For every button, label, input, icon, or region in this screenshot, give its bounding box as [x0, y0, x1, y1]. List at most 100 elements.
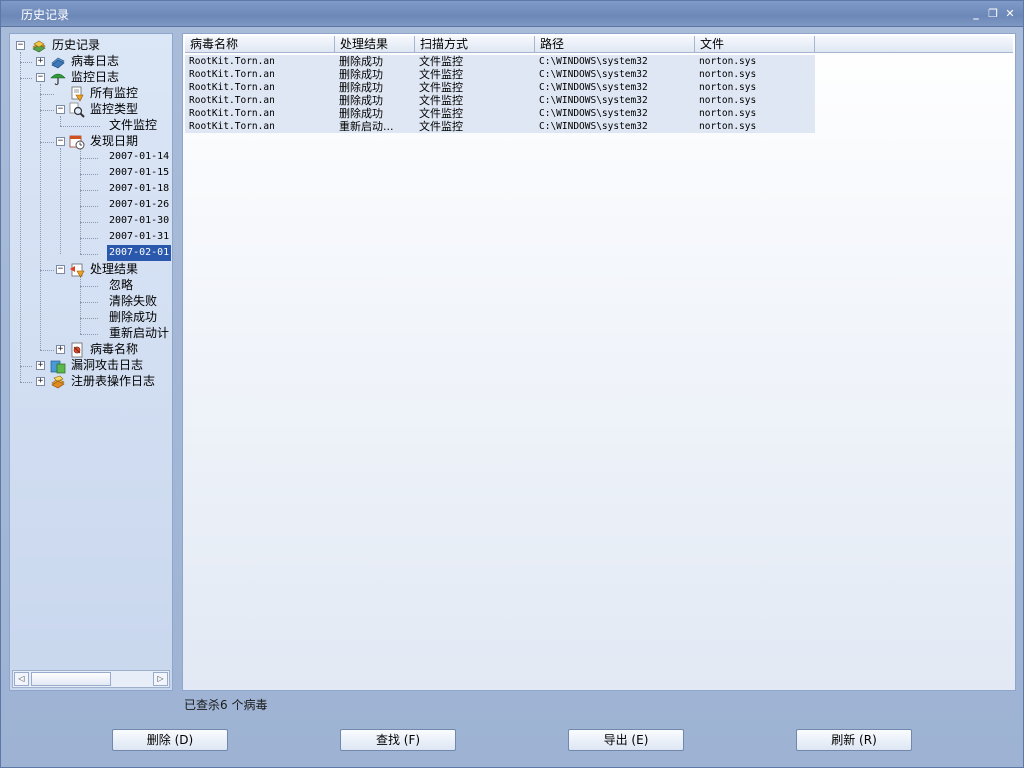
cell-virus-name: RootKit.Torn.an	[189, 56, 275, 67]
tree-node-label: 文件监控	[109, 118, 158, 132]
tree-node-found-date[interactable]: 发现日期	[88, 133, 140, 149]
cell-scan-mode: 文件监控	[419, 107, 463, 120]
document-icon	[71, 86, 84, 102]
scroll-right-icon[interactable]: ▷	[153, 672, 168, 686]
column-header-result[interactable]: 处理结果	[335, 36, 415, 53]
tree-node-all-monitor[interactable]: 所有监控	[88, 85, 140, 101]
list-header: 病毒名称 处理结果 扫描方式 路径 文件	[185, 36, 1013, 53]
cell-scan-mode: 文件监控	[419, 94, 463, 107]
tree-node-label: 2007-01-14	[109, 151, 170, 162]
expand-icon[interactable]: +	[36, 361, 45, 370]
column-header-path[interactable]: 路径	[535, 36, 695, 53]
tree-node-monitor-log[interactable]: 监控日志	[69, 69, 121, 85]
collapse-icon[interactable]: −	[56, 137, 65, 146]
cell-scan-mode: 文件监控	[419, 68, 463, 81]
tree-node-label: 删除成功	[109, 310, 158, 324]
tree-node-result[interactable]: 重新启动计	[107, 325, 171, 341]
table-row[interactable]: RootKit.Torn.an 重新启动... 文件监控 C:\WINDOWS\sys…	[185, 120, 815, 133]
tree-node-label: 历史记录	[52, 38, 101, 52]
table-row[interactable]: RootKit.Torn.an 删除成功 文件监控 C:\WINDOWS\system…	[185, 81, 815, 94]
tree-node-label: 病毒名称	[90, 342, 139, 356]
column-header-virus-name[interactable]: 病毒名称	[185, 36, 335, 53]
delete-button[interactable]: 删除 (D)	[112, 729, 228, 751]
collapse-icon[interactable]: −	[16, 41, 25, 50]
tree-node-date[interactable]: 2007-01-15	[107, 165, 171, 181]
tree-panel: − + − − − − + + + 历史记录 病毒日志 监控日志 所有监控 监控…	[9, 33, 173, 691]
window-title: 历史记录	[21, 8, 70, 22]
cell-virus-name: RootKit.Torn.an	[189, 82, 275, 93]
tree-node-virus-name[interactable]: 病毒名称	[88, 341, 140, 357]
tree-node-date[interactable]: 2007-01-31	[107, 229, 171, 245]
cell-path: C:\WINDOWS\system32	[539, 121, 648, 132]
column-header-scan-mode[interactable]: 扫描方式	[415, 36, 535, 53]
tree-node-handle-result[interactable]: 处理结果	[88, 261, 140, 277]
title-bar[interactable]: 历史记录 _ ❐ ✕	[1, 1, 1023, 27]
cell-path: C:\WINDOWS\system32	[539, 82, 648, 93]
tree-node-label: 2007-01-31	[109, 231, 170, 242]
history-books-icon	[32, 40, 46, 53]
cell-virus-name: RootKit.Torn.an	[189, 69, 275, 80]
handle-result-icon	[70, 263, 85, 278]
expand-icon[interactable]: +	[56, 345, 65, 354]
calendar-clock-icon	[69, 135, 85, 150]
tree-node-label: 注册表操作日志	[71, 374, 156, 388]
tree-node-result[interactable]: 清除失败	[107, 293, 159, 309]
cell-result: 删除成功	[339, 107, 383, 120]
cell-path: C:\WINDOWS\system32	[539, 56, 648, 67]
tree-node-label: 处理结果	[90, 262, 139, 276]
tree-node-result[interactable]: 删除成功	[107, 309, 159, 325]
cell-virus-name: RootKit.Torn.an	[189, 95, 275, 106]
tree-node-date[interactable]: 2007-01-14	[107, 149, 171, 165]
tree-node-file-monitor[interactable]: 文件监控	[107, 117, 159, 133]
table-row[interactable]: RootKit.Torn.an 删除成功 文件监控 C:\WINDOWS\system…	[185, 107, 815, 120]
tree-node-label: 清除失败	[109, 294, 158, 308]
tree-node-date[interactable]: 2007-01-26	[107, 197, 171, 213]
tree-node-virus-log[interactable]: 病毒日志	[69, 53, 121, 69]
history-window: 历史记录 _ ❐ ✕ − + − − − − + + + 历史记录 病毒日志 监…	[0, 0, 1024, 768]
column-header-file[interactable]: 文件	[695, 36, 815, 53]
history-tree: − + − − − − + + + 历史记录 病毒日志 监控日志 所有监控 监控…	[10, 34, 172, 668]
tree-node-label: 2007-01-18	[109, 183, 170, 194]
virus-list: 病毒名称 处理结果 扫描方式 路径 文件 RootKit.Torn.an 删除成功…	[182, 33, 1016, 691]
close-icon[interactable]: ✕	[1003, 7, 1017, 21]
minimize-icon[interactable]: _	[969, 7, 983, 21]
collapse-icon[interactable]: −	[56, 265, 65, 274]
status-text: 已查杀6 个病毒	[184, 698, 268, 712]
maximize-icon[interactable]: ❐	[986, 7, 1000, 21]
cell-result: 删除成功	[339, 55, 383, 68]
tree-node-label: 重新启动计	[109, 326, 170, 340]
tree-node-monitor-type[interactable]: 监控类型	[88, 101, 140, 117]
cell-result: 删除成功	[339, 94, 383, 107]
cell-file: norton.sys	[699, 95, 757, 106]
tree-node-date-selected[interactable]: 2007-02-01	[107, 245, 172, 261]
tree-node-result[interactable]: 忽略	[107, 277, 135, 293]
registry-log-icon	[51, 375, 65, 389]
scroll-thumb[interactable]	[31, 672, 111, 686]
export-button[interactable]: 导出 (E)	[568, 729, 684, 751]
cell-path: C:\WINDOWS\system32	[539, 69, 648, 80]
cell-file: norton.sys	[699, 69, 757, 80]
tree-node-history[interactable]: 历史记录	[50, 37, 102, 53]
exploit-log-icon	[50, 360, 66, 374]
find-button[interactable]: 查找 (F)	[340, 729, 456, 751]
table-row[interactable]: RootKit.Torn.an 删除成功 文件监控 C:\WINDOWS\system…	[185, 55, 815, 68]
table-row[interactable]: RootKit.Torn.an 删除成功 文件监控 C:\WINDOWS\system…	[185, 94, 815, 107]
tree-node-exploit-log[interactable]: 漏洞攻击日志	[69, 357, 145, 373]
scroll-left-icon[interactable]: ◁	[14, 672, 29, 686]
cell-file: norton.sys	[699, 108, 757, 119]
expand-icon[interactable]: +	[36, 377, 45, 386]
table-row[interactable]: RootKit.Torn.an 删除成功 文件监控 C:\WINDOWS\system…	[185, 68, 815, 81]
collapse-icon[interactable]: −	[56, 105, 65, 114]
refresh-button[interactable]: 刷新 (R)	[796, 729, 912, 751]
virus-log-icon	[51, 57, 65, 69]
tree-node-date[interactable]: 2007-01-18	[107, 181, 171, 197]
tree-node-label: 2007-02-01	[107, 245, 172, 261]
cell-file: norton.sys	[699, 56, 757, 67]
tree-node-date[interactable]: 2007-01-30	[107, 213, 171, 229]
expand-icon[interactable]: +	[36, 57, 45, 66]
monitor-umbrella-icon	[50, 73, 66, 86]
cell-file: norton.sys	[699, 121, 757, 132]
collapse-icon[interactable]: −	[36, 73, 45, 82]
tree-node-registry-log[interactable]: 注册表操作日志	[69, 373, 157, 389]
tree-horizontal-scrollbar[interactable]: ◁ ▷	[12, 670, 170, 688]
